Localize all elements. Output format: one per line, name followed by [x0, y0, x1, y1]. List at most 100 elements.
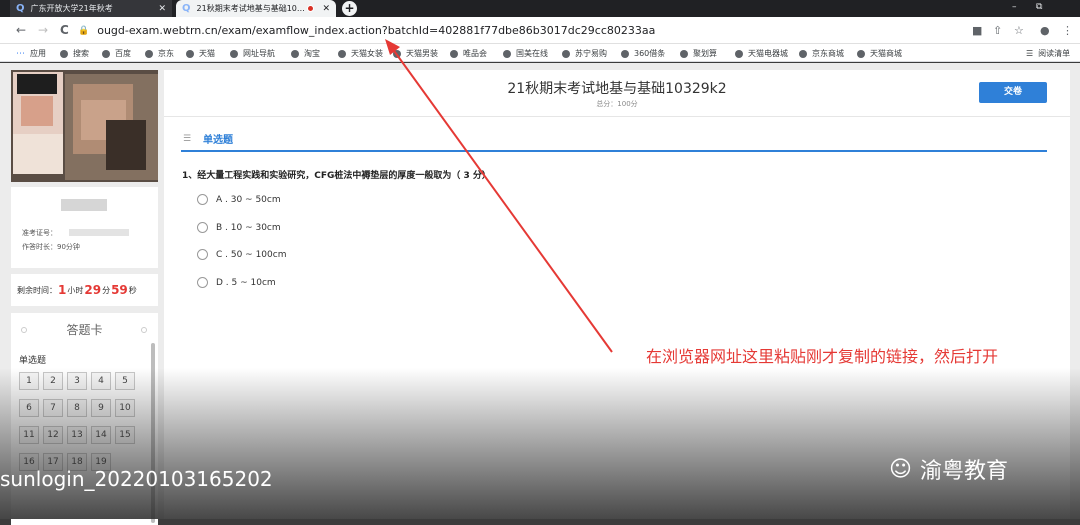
question-number-button[interactable]: 14 [91, 426, 111, 444]
bookmark-item[interactable]: 天猫商城 [857, 48, 902, 59]
question-number-button[interactable]: 3 [67, 372, 87, 390]
globe-icon [60, 49, 68, 58]
camera-icon[interactable]: ■ [972, 24, 982, 37]
bookmark-item[interactable]: 国美在线 [503, 48, 548, 59]
tab-favicon-icon: Q [16, 3, 25, 14]
timer-label: 剩余时间： [17, 285, 57, 295]
timer-seconds-unit: 秒 [128, 285, 137, 295]
bookmark-item[interactable]: 聚划算 [680, 48, 717, 59]
globe-icon [621, 49, 629, 58]
question-number-button[interactable]: 9 [91, 399, 111, 417]
bookmark-item[interactable]: 搜索 [60, 48, 89, 59]
bookmark-item[interactable]: 天猫电器城 [735, 48, 788, 59]
radio-icon[interactable] [197, 222, 208, 233]
minimize-icon[interactable]: – [1012, 2, 1017, 12]
section-title: 单选题 [203, 135, 233, 146]
globe-icon [503, 49, 511, 58]
bookmark-item[interactable]: 淘宝 [291, 48, 320, 59]
bookmark-item[interactable]: 百度 [102, 48, 131, 59]
share-icon[interactable]: ⇧ [993, 24, 1002, 37]
globe-icon [735, 49, 743, 58]
recording-icon [307, 5, 314, 12]
bookmark-item[interactable]: 苏宁易购 [562, 48, 607, 59]
option-c[interactable]: C . 50 ~ 100cm [197, 249, 286, 260]
question-number-button[interactable]: 1 [19, 372, 39, 390]
bookmark-label: 唯品会 [463, 49, 487, 58]
back-icon[interactable]: ← [16, 23, 26, 37]
bookmark-label: 聚划算 [693, 49, 717, 58]
radio-icon[interactable] [197, 277, 208, 288]
brand-watermark: ☺ 渝粤教育 [889, 453, 1008, 485]
question-number-button[interactable]: 12 [43, 426, 63, 444]
maximize-icon[interactable]: ⧉ [1036, 2, 1042, 12]
bookmark-label: 百度 [115, 49, 131, 58]
wechat-icon: ☺ [889, 456, 912, 482]
option-label: A . 30 ~ 50cm [216, 194, 281, 205]
forward-icon[interactable]: → [38, 23, 48, 37]
close-tab-icon[interactable]: ✕ [158, 4, 166, 14]
bookmark-item[interactable]: 天猫男装 [393, 48, 438, 59]
total-score: 总分：100分 [596, 100, 638, 108]
question-number-button[interactable]: 4 [91, 372, 111, 390]
star-icon[interactable]: ☆ [1014, 24, 1024, 37]
bookmark-label: 京东商城 [812, 49, 844, 58]
radio-icon[interactable] [197, 249, 208, 260]
list-icon: ☰ [183, 134, 192, 144]
tab-exam-active[interactable]: Q 21秋期末考试地基与基础10… ✕ [176, 0, 336, 17]
bookmark-label: 天猫 [199, 49, 215, 58]
tab-guangdong-exam[interactable]: Q 广东开放大学21年秋考 ✕ [10, 0, 172, 17]
option-b[interactable]: B . 10 ~ 30cm [197, 222, 281, 233]
option-label: D . 5 ~ 10cm [216, 277, 276, 288]
question-number-button[interactable]: 11 [19, 426, 39, 444]
tab-favicon-icon: Q [182, 3, 191, 14]
globe-icon [799, 49, 807, 58]
question-number-button[interactable]: 2 [43, 372, 63, 390]
globe-icon [857, 49, 865, 58]
globe-icon [186, 49, 194, 58]
url-text[interactable]: ougd-exam.webtrn.cn/exam/examflow_index.… [97, 24, 655, 37]
question-number-button[interactable]: 6 [19, 399, 39, 417]
answer-card-section: 单选题 [19, 356, 47, 366]
menu-icon[interactable]: ⋮ [1062, 24, 1073, 37]
timer-hours: 1 [58, 283, 67, 297]
remaining-time: 剩余时间： 1 小时 29 分 59 秒 [11, 274, 158, 306]
address-bar[interactable]: 🔒 ougd-exam.webtrn.cn/exam/examflow_inde… [78, 20, 998, 41]
question-number-button[interactable]: 8 [67, 399, 87, 417]
browser-toolbar: ← → C 🔒 ougd-exam.webtrn.cn/exam/examflo… [0, 17, 1080, 44]
tab-label: 广东开放大学21年秋考 [30, 4, 113, 13]
name-blurred [61, 199, 107, 211]
question-number-button[interactable]: 10 [115, 399, 135, 417]
radio-icon[interactable] [197, 194, 208, 205]
question-number-button[interactable]: 7 [43, 399, 63, 417]
left-panel: 准考证号： 作答时长：90分钟 剩余时间： 1 小时 29 分 59 秒 答题卡… [11, 70, 158, 525]
exam-main: 21秋期末考试地基与基础10329k2 总分：100分 交卷 ☰ 单选题 1、经… [164, 70, 1070, 519]
bookmark-item[interactable]: 京东 [145, 48, 174, 59]
globe-icon [450, 49, 458, 58]
close-tab-icon[interactable]: ✕ [322, 4, 330, 14]
bookmark-label: 网址导航 [243, 49, 275, 58]
tab-label: 21秋期末考试地基与基础10… [196, 4, 305, 13]
bookmark-item[interactable]: 360借条 [621, 48, 665, 59]
question-number-button[interactable]: 5 [115, 372, 135, 390]
globe-icon [291, 49, 299, 58]
bookmark-item[interactable]: 京东商城 [799, 48, 844, 59]
option-d[interactable]: D . 5 ~ 10cm [197, 277, 276, 288]
section-header: ☰ 单选题 [181, 130, 1047, 152]
bookmark-item[interactable]: 网址导航 [230, 48, 275, 59]
new-tab-button[interactable]: + [342, 1, 357, 16]
option-a[interactable]: A . 30 ~ 50cm [197, 194, 281, 205]
timer-hours-unit: 小时 [67, 285, 84, 295]
bookmark-item[interactable]: 天猫 [186, 48, 215, 59]
reload-icon[interactable]: C [60, 23, 69, 37]
submit-button[interactable]: 交卷 [979, 82, 1047, 103]
apps-bookmark[interactable]: ⋯ 应用 [16, 48, 46, 59]
question-number-button[interactable]: 15 [115, 426, 135, 444]
answer-card-scrollbar[interactable] [151, 343, 155, 523]
globe-icon [680, 49, 688, 58]
reading-list-button[interactable]: ☰ 阅读清单 [1026, 48, 1070, 59]
bookmark-item[interactable]: 唯品会 [450, 48, 487, 59]
profile-icon[interactable]: ● [1040, 24, 1050, 37]
question-number-button[interactable]: 13 [67, 426, 87, 444]
globe-icon [230, 49, 238, 58]
bookmark-item[interactable]: 天猫女装 [338, 48, 383, 59]
